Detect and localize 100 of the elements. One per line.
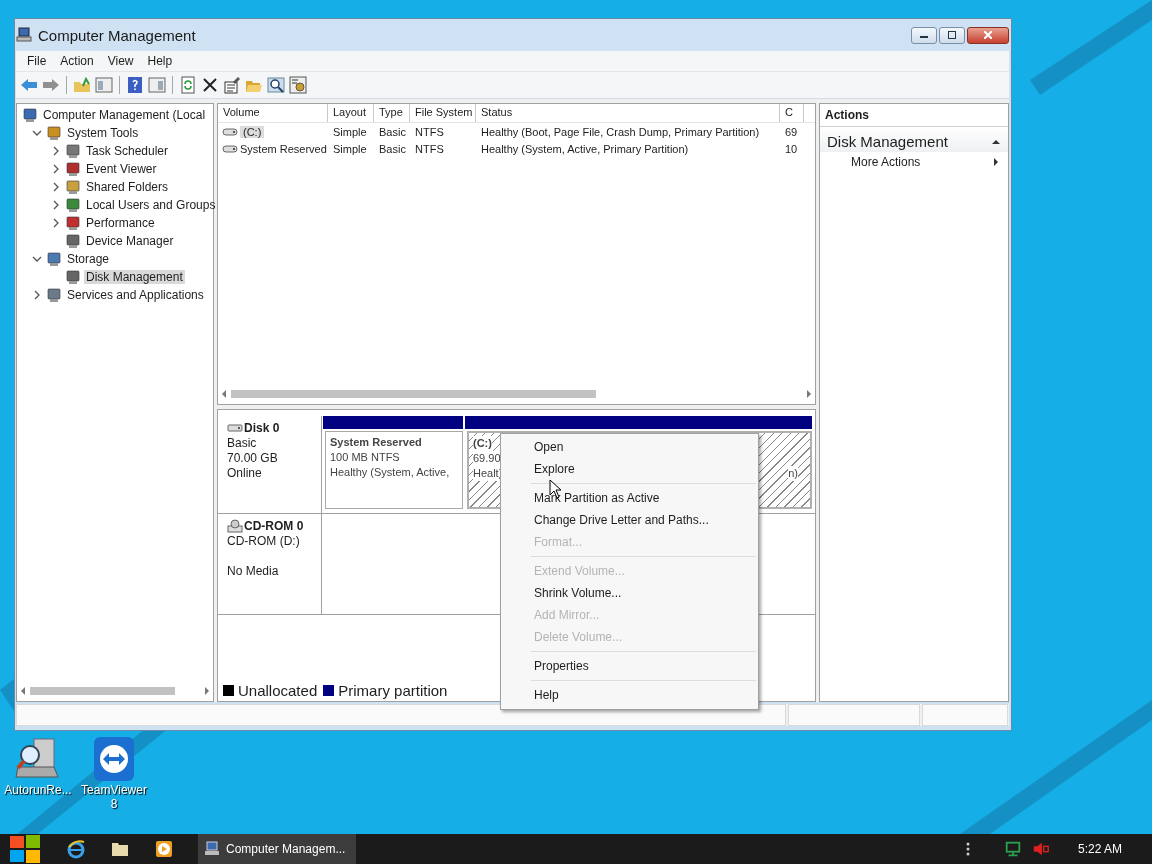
menu-item[interactable]: Change Drive Letter and Paths...: [501, 509, 758, 531]
tree-item[interactable]: Task Scheduler: [84, 144, 171, 158]
tree-node-icon: [46, 251, 62, 267]
help-icon[interactable]: [126, 76, 144, 94]
scrollbar-thumb[interactable]: [30, 687, 175, 695]
column-header[interactable]: C: [780, 104, 804, 122]
forward-icon[interactable]: [42, 76, 60, 94]
tree-item[interactable]: Device Manager: [84, 234, 176, 248]
browser-icon[interactable]: [66, 839, 86, 859]
media-player-icon[interactable]: [154, 839, 174, 859]
partition-block[interactable]: System Reserved 100 MB NTFS Healthy (System, Active,: [325, 431, 463, 509]
tree-item[interactable]: Performance: [84, 216, 157, 230]
scroll-left-icon[interactable]: [20, 687, 26, 695]
refresh-icon[interactable]: [179, 76, 197, 94]
table-cell-text: 10: [784, 142, 799, 155]
tree-item[interactable]: System Tools: [65, 126, 141, 140]
tree-item[interactable]: Shared Folders: [84, 180, 171, 194]
tree-node-icon: [65, 215, 81, 231]
disk-size: 70.00 GB: [227, 451, 279, 466]
menu-item[interactable]: File: [20, 54, 54, 68]
table-cell[interactable]: (C:): [240, 125, 265, 138]
partition-detail: Healt: [473, 466, 499, 481]
table-cell-text: Healthy (System, Active, Primary Partition): [480, 142, 690, 155]
table-cell-text: Basic: [378, 142, 407, 155]
menu-item[interactable]: Open: [501, 436, 758, 458]
disk-name: CD-ROM 0: [244, 518, 304, 534]
computer-icon: [16, 27, 32, 43]
window-title: Computer Management: [38, 26, 197, 44]
menu-item[interactable]: Explore: [501, 458, 758, 480]
tree-node-icon: [22, 107, 38, 123]
close-button[interactable]: [967, 26, 1009, 44]
partition-detail: 100 MB NTFS: [330, 450, 400, 465]
disk-name: Disk 0: [244, 420, 280, 436]
table-cell-text: NTFS: [414, 125, 445, 138]
delete-icon[interactable]: [201, 76, 219, 94]
tree-item[interactable]: Storage: [65, 252, 112, 266]
collapse-icon[interactable]: [992, 137, 1000, 146]
partition-detail: Healthy (System, Active,: [330, 465, 450, 480]
table-cell-text: NTFS: [414, 142, 445, 155]
disk-type: Basic: [227, 436, 258, 451]
submenu-arrow-icon: [992, 158, 1000, 166]
tree-item[interactable]: Local Users and Groups: [84, 198, 218, 212]
menu-item[interactable]: View: [100, 54, 141, 68]
tree-item[interactable]: Disk Management: [84, 270, 185, 284]
column-header[interactable]: Volume: [218, 104, 328, 122]
tree-item[interactable]: Computer Management (Local: [41, 108, 208, 122]
table-cell-text: Healthy (Boot, Page File, Crash Dump, Primary Partition): [480, 125, 761, 138]
scroll-left-icon[interactable]: [221, 390, 227, 398]
menu-item[interactable]: Properties: [501, 655, 758, 677]
tree-item[interactable]: Event Viewer: [84, 162, 159, 176]
action-link[interactable]: More Actions: [820, 152, 1008, 172]
table-cell[interactable]: System Reserved: [240, 142, 327, 155]
tree-node-icon: [65, 197, 81, 213]
taskbar-button[interactable]: Computer Managem...: [198, 834, 356, 864]
column-header[interactable]: File System: [410, 104, 476, 122]
tree-node-icon: [65, 233, 81, 249]
tree-node-icon: [65, 143, 81, 159]
disk-status: No Media: [227, 564, 280, 579]
partition-detail: 69.90: [473, 451, 501, 466]
muted-speaker-icon[interactable]: [1031, 840, 1050, 858]
menu-item[interactable]: Action: [53, 54, 101, 68]
network-icon[interactable]: [1003, 840, 1022, 858]
legend-label: Unallocated: [238, 682, 318, 699]
scrollbar-thumb[interactable]: [231, 390, 596, 398]
scroll-right-icon[interactable]: [806, 390, 812, 398]
table-cell-text: Simple: [332, 125, 368, 138]
tray-overflow-icon[interactable]: [965, 841, 970, 857]
tree-node-icon: [65, 161, 81, 177]
menu-item[interactable]: Help: [501, 684, 758, 706]
scroll-right-icon[interactable]: [204, 687, 210, 695]
menu-item[interactable]: Mark Partition as Active: [501, 487, 758, 509]
partition-name: System Reserved: [330, 435, 422, 450]
menu-item[interactable]: Help: [140, 54, 180, 68]
tree-node-icon: [46, 125, 62, 141]
action-label: More Actions: [851, 155, 921, 169]
maximize-button[interactable]: [939, 26, 965, 44]
tree-item[interactable]: Services and Applications: [65, 288, 206, 302]
tree-node-icon: [46, 287, 62, 303]
back-icon[interactable]: [20, 76, 38, 94]
column-header[interactable]: Status: [476, 104, 780, 122]
disk-type: CD-ROM (D:): [227, 534, 301, 549]
legend-label: Primary partition: [338, 682, 448, 699]
minimize-button[interactable]: [911, 26, 937, 44]
table-cell-text: Simple: [332, 142, 368, 155]
computer-icon: [204, 841, 220, 857]
menu-item[interactable]: Shrink Volume...: [501, 582, 758, 604]
settings-icon[interactable]: [289, 76, 307, 94]
maximize-icon: [948, 31, 956, 39]
partition-name: (C:): [473, 436, 492, 451]
disk-status: Online: [227, 466, 263, 481]
clock[interactable]: 5:22 AM: [1077, 842, 1122, 856]
properties-icon[interactable]: [223, 76, 241, 94]
close-icon: [984, 31, 992, 39]
column-header[interactable]: Type: [374, 104, 410, 122]
start-icon[interactable]: [8, 834, 42, 864]
folder-up-icon[interactable]: [73, 76, 91, 94]
column-header[interactable]: Layout: [328, 104, 374, 122]
partition-detail: n): [788, 466, 798, 481]
tree-node-icon: [65, 269, 81, 285]
search-icon[interactable]: [267, 76, 285, 94]
